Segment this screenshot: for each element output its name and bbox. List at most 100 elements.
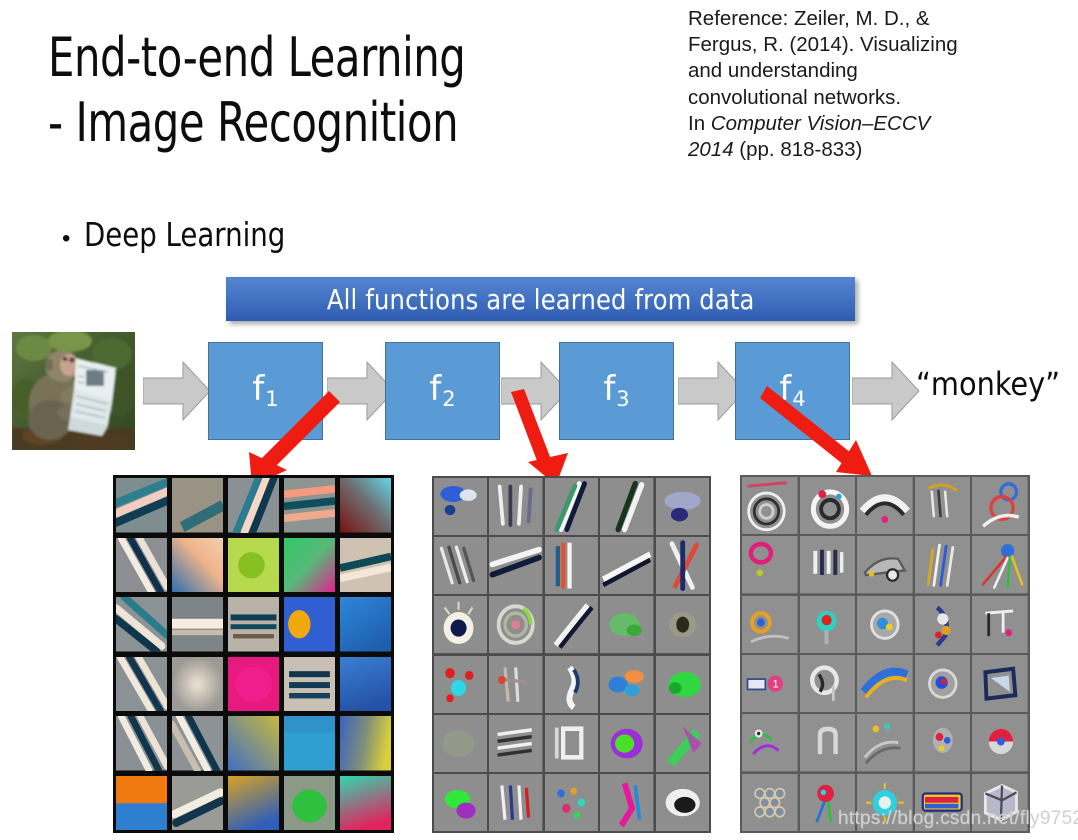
feature-cell: [600, 773, 654, 831]
feature-cell: [544, 478, 599, 536]
feature-cell: [972, 654, 1028, 713]
feature-cell: [434, 537, 488, 595]
feature-cell: [742, 595, 798, 653]
filter-cell: [116, 537, 167, 592]
function-box-f2: f2: [385, 342, 500, 440]
function-box-f3: f3: [559, 342, 674, 440]
source-watermark: https://blog.csdn.net/fly975247003: [838, 808, 1078, 829]
feature-cell: [655, 537, 709, 595]
function-box-f1-label: f1: [252, 368, 279, 412]
feature-cell: [914, 714, 971, 772]
feature-cell: [857, 536, 913, 594]
flow-arrow-1: [143, 360, 211, 422]
feature-cell: [914, 536, 971, 594]
feature-cell: [434, 773, 488, 831]
feature-cell: [972, 477, 1028, 535]
filter-cell: [172, 656, 223, 711]
filter-cell: [228, 716, 279, 771]
input-image-monkey: [12, 332, 135, 450]
feature-cell: [799, 714, 856, 772]
feature-cell: [799, 477, 856, 535]
filter-cell: [172, 716, 223, 771]
layer-3-feature-grid: 1: [740, 475, 1030, 833]
feature-cell: [544, 714, 599, 772]
filter-cell: [284, 716, 335, 771]
filter-cell: [228, 775, 279, 830]
filter-cell: [228, 478, 279, 533]
feature-cell: [914, 654, 971, 713]
feature-cell: [742, 714, 798, 772]
feature-cell: [600, 714, 654, 772]
filter-cell: [284, 597, 335, 652]
filter-cell: [172, 775, 223, 830]
filter-cell: [340, 656, 391, 711]
function-box-f4-label: f4: [779, 368, 806, 412]
feature-cell: [600, 655, 654, 713]
filter-cell: [340, 537, 391, 592]
feature-cell: [857, 654, 913, 713]
feature-cell: [434, 714, 488, 772]
feature-cell: [600, 537, 654, 595]
feature-cell: [799, 536, 856, 594]
function-box-f1: f1: [208, 342, 323, 440]
feature-cell: [972, 714, 1028, 772]
feature-cell: [600, 478, 654, 536]
filter-cell: [340, 597, 391, 652]
function-box-f2-subscript: 2: [442, 387, 456, 412]
filter-cell: [116, 716, 167, 771]
feature-cell: [742, 536, 798, 594]
filter-cell: [172, 597, 223, 652]
filter-cell: [116, 775, 167, 830]
function-box-f4-subscript: 4: [792, 387, 806, 412]
feature-cell: [655, 596, 709, 654]
feature-cell: [972, 536, 1028, 594]
filter-cell: [284, 478, 335, 533]
feature-cell: [799, 654, 856, 713]
output-class-label: “monkey”: [916, 365, 1060, 403]
filter-cell: [284, 775, 335, 830]
filter-cell: [172, 537, 223, 592]
feature-cell: [857, 595, 913, 653]
filter-cell: [284, 537, 335, 592]
feature-cell: [655, 655, 709, 713]
filter-cell: [284, 656, 335, 711]
filter-cell: [228, 656, 279, 711]
filter-cell: [116, 597, 167, 652]
function-box-f3-subscript: 3: [616, 387, 630, 412]
layer-2-feature-grid: [432, 476, 711, 833]
feature-cell: [742, 477, 798, 535]
feature-cell: [489, 773, 543, 831]
feature-cell: [972, 595, 1028, 653]
filter-cell: [228, 597, 279, 652]
filter-cell: [116, 478, 167, 533]
feature-cell: [544, 655, 599, 713]
feature-cell: [489, 596, 543, 654]
filter-cell: [340, 478, 391, 533]
function-box-f3-label: f3: [603, 368, 630, 412]
feature-cell: [655, 478, 709, 536]
feature-cell: [544, 596, 599, 654]
feature-cell: [434, 596, 488, 654]
filter-cell: [116, 656, 167, 711]
function-box-f1-subscript: 1: [265, 387, 279, 412]
feature-cell: [742, 773, 798, 831]
feature-cell: [655, 773, 709, 831]
feature-cell: [489, 537, 543, 595]
svg-text:1: 1: [773, 679, 779, 691]
feature-cell: [914, 595, 971, 653]
layer-1-filter-grid: [113, 475, 394, 833]
feature-cell: [489, 655, 543, 713]
feature-cell: [857, 714, 913, 772]
flow-arrow-5: [852, 360, 920, 422]
feature-cell: [799, 595, 856, 653]
feature-cell: [434, 655, 488, 713]
filter-cell: [340, 716, 391, 771]
feature-cell: [489, 714, 543, 772]
feature-cell: [914, 477, 971, 535]
filter-cell: [340, 775, 391, 830]
feature-cell: [857, 477, 913, 535]
filter-cell: [228, 537, 279, 592]
feature-cell: [434, 478, 488, 536]
function-box-f4: f4: [735, 342, 850, 440]
filter-cell: [172, 478, 223, 533]
